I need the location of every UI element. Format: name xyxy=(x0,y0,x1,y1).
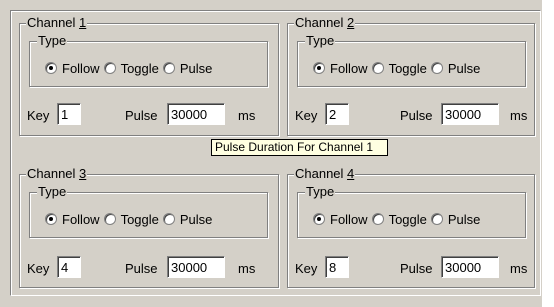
key-label: Key xyxy=(295,108,318,123)
channel-1-type-group: Type Follow Toggle Pulse xyxy=(29,33,268,87)
pulse-duration-tooltip: Pulse Duration For Channel 1 xyxy=(211,139,388,156)
channel-1-follow-radio[interactable]: Follow xyxy=(45,61,100,76)
radio-icon[interactable] xyxy=(371,213,384,225)
channel-3-pulse-field[interactable]: 30000 xyxy=(167,256,225,278)
channel-2-type-group: Type Follow Toggle Pulse xyxy=(297,33,526,87)
channel-3-type-group: Type Follow Toggle Pulse xyxy=(29,184,268,238)
channel-3-follow-radio[interactable]: Follow xyxy=(45,212,100,227)
pulse-label: Pulse xyxy=(125,261,158,276)
radio-icon[interactable] xyxy=(103,62,116,74)
key-label: Key xyxy=(295,261,318,276)
unit-label: ms xyxy=(510,261,528,276)
pulse-label: Pulse xyxy=(400,261,433,276)
radio-icon[interactable] xyxy=(371,62,384,74)
channel-4-toggle-radio[interactable]: Toggle xyxy=(371,212,427,227)
channel-2-group: Channel 2 Type Follow Toggle Pulse Key 2… xyxy=(287,15,535,136)
channel-1-group: Channel 1 Type Follow Toggle Pulse Key 1… xyxy=(19,15,279,136)
radio-icon[interactable] xyxy=(162,62,175,74)
channel-2-title: Channel 2 xyxy=(294,15,356,31)
channel-3-title: Channel 3 xyxy=(26,166,88,182)
type-label: Type xyxy=(37,33,68,49)
channel-1-title: Channel 1 xyxy=(26,15,88,31)
channel-2-toggle-radio[interactable]: Toggle xyxy=(371,61,427,76)
channel-4-title: Channel 4 xyxy=(294,166,356,182)
radio-icon[interactable] xyxy=(103,213,116,225)
key-label: Key xyxy=(27,261,50,276)
channel-1-key-field[interactable]: 1 xyxy=(57,103,81,125)
vertical-scrollbar[interactable] xyxy=(541,0,554,307)
channel-4-type-options: Follow Toggle Pulse xyxy=(313,210,480,228)
pulse-label: Pulse xyxy=(400,108,433,123)
unit-label: ms xyxy=(238,108,256,123)
channel-1-pulse-radio[interactable]: Pulse xyxy=(162,61,212,76)
pulse-label: Pulse xyxy=(125,108,158,123)
type-label: Type xyxy=(305,33,336,49)
unit-label: ms xyxy=(510,108,528,123)
radio-selected-icon[interactable] xyxy=(45,62,57,74)
channel-2-pulse-radio[interactable]: Pulse xyxy=(430,61,480,76)
channel-3-key-field[interactable]: 4 xyxy=(57,256,81,278)
radio-selected-icon[interactable] xyxy=(313,213,325,225)
channel-4-pulse-radio[interactable]: Pulse xyxy=(430,212,480,227)
channel-4-group: Channel 4 Type Follow Toggle Pulse Key 8… xyxy=(287,166,535,288)
radio-selected-icon[interactable] xyxy=(45,213,57,225)
radio-icon[interactable] xyxy=(430,213,443,225)
channel-4-pulse-field[interactable]: 30000 xyxy=(441,256,499,278)
channel-3-group: Channel 3 Type Follow Toggle Pulse Key 4… xyxy=(19,166,279,288)
channel-4-key-field[interactable]: 8 xyxy=(325,256,349,278)
type-label: Type xyxy=(37,184,68,200)
key-label: Key xyxy=(27,108,50,123)
channel-1-pulse-field[interactable]: 30000 xyxy=(167,103,225,125)
channel-4-type-group: Type Follow Toggle Pulse xyxy=(297,184,526,238)
channel-3-type-options: Follow Toggle Pulse xyxy=(45,210,212,228)
type-label: Type xyxy=(305,184,336,200)
channel-1-type-options: Follow Toggle Pulse xyxy=(45,59,212,77)
channel-3-toggle-radio[interactable]: Toggle xyxy=(103,212,159,227)
channel-2-type-options: Follow Toggle Pulse xyxy=(313,59,480,77)
channel-2-follow-radio[interactable]: Follow xyxy=(313,61,368,76)
channel-1-toggle-radio[interactable]: Toggle xyxy=(103,61,159,76)
radio-icon[interactable] xyxy=(162,213,175,225)
unit-label: ms xyxy=(238,261,256,276)
channel-3-pulse-radio[interactable]: Pulse xyxy=(162,212,212,227)
channel-4-follow-radio[interactable]: Follow xyxy=(313,212,368,227)
channel-2-pulse-field[interactable]: 30000 xyxy=(441,103,499,125)
radio-selected-icon[interactable] xyxy=(313,62,325,74)
channel-2-key-field[interactable]: 2 xyxy=(325,103,349,125)
radio-icon[interactable] xyxy=(430,62,443,74)
